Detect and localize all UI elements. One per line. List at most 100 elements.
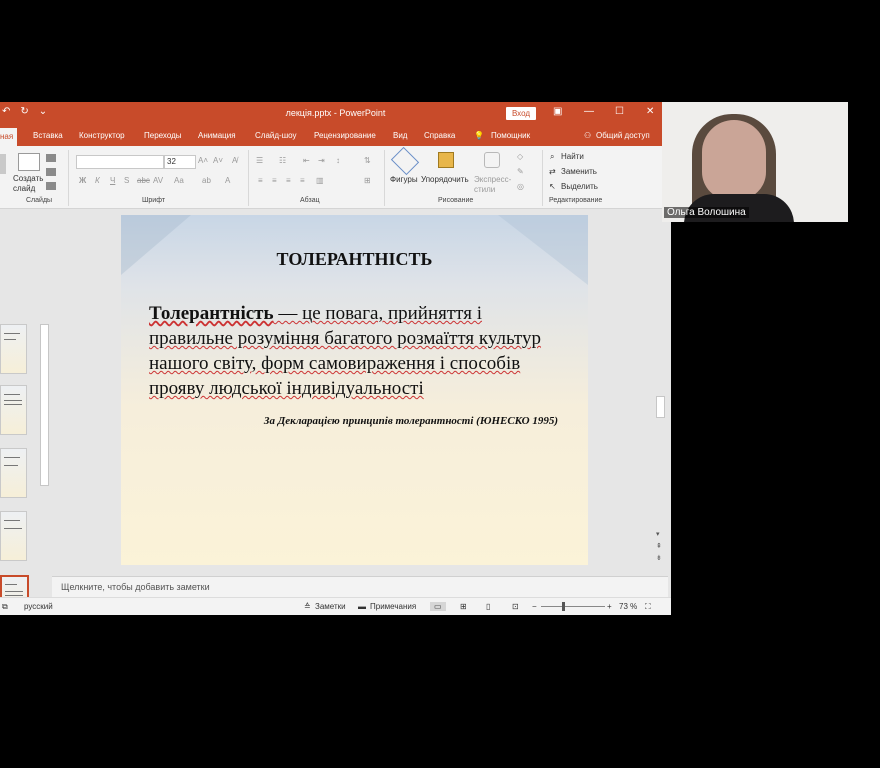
decrease-font-icon[interactable]: A˅ (213, 156, 223, 165)
tab-insert[interactable]: Вставка (33, 131, 63, 140)
lightbulb-icon: 💡 (474, 131, 484, 140)
new-slide-icon[interactable] (18, 153, 40, 171)
slide-sorter-icon[interactable]: ⊞ (460, 602, 467, 611)
align-left-icon[interactable]: ≡ (258, 176, 263, 185)
arrange-button[interactable]: Упорядочить (421, 175, 469, 184)
replace-icon: ⇄ (549, 167, 556, 176)
font-color-icon[interactable]: A (225, 176, 230, 185)
text-direction-icon[interactable]: ⇅ (364, 156, 371, 165)
shape-effects-icon[interactable]: ◎ (517, 182, 524, 191)
slideshow-icon[interactable]: ⊡ (512, 602, 519, 611)
ribbon: Создать слайд Слайды 32 A˄ A˅ A̸ Ж К Ч S… (0, 146, 671, 209)
window-title: лекція.pptx - PowerPoint (285, 108, 386, 118)
zoom-level[interactable]: 73 % (619, 602, 637, 611)
slide-title[interactable]: ТОЛЕРАНТНІСТЬ (121, 249, 588, 270)
columns-icon[interactable]: ▥ (316, 176, 324, 185)
paste-icon[interactable] (0, 154, 6, 174)
slide-thumbnail[interactable] (0, 324, 27, 374)
group-editing-label: Редактирование (549, 197, 603, 204)
new-slide-button[interactable]: Создать слайд (13, 174, 43, 194)
slide-scrollbar[interactable]: ▾ ⇞ ⇟ (655, 210, 665, 570)
select-button[interactable]: Выделить (561, 182, 598, 191)
notes-toggle[interactable]: Заметки (315, 602, 346, 611)
font-size-select[interactable]: 32 (164, 155, 196, 169)
italic-icon[interactable]: К (95, 176, 100, 185)
change-case-icon[interactable]: Aa (174, 176, 184, 185)
spacing-icon[interactable]: AV (153, 176, 163, 185)
fit-to-window-icon[interactable]: ⛶ (645, 602, 651, 612)
slide-canvas[interactable]: ТОЛЕРАНТНІСТЬ Толерантність — це повага,… (121, 215, 588, 565)
zoom-out-icon[interactable]: − (532, 602, 537, 611)
increase-font-icon[interactable]: A˄ (198, 156, 208, 165)
decrease-indent-icon[interactable]: ⇤ (303, 156, 310, 165)
scroll-down-icon[interactable]: ▾ (656, 530, 660, 538)
maximize-icon[interactable]: ☐ (615, 106, 624, 117)
tab-assistant[interactable]: Помощник (491, 131, 530, 140)
tab-home[interactable]: ная (0, 128, 18, 146)
spellcheck-icon[interactable]: ⧉ (2, 602, 8, 612)
tab-review[interactable]: Рецензирование (314, 131, 376, 140)
tab-design[interactable]: Конструктор (79, 131, 125, 140)
slide-thumbnail[interactable] (0, 511, 27, 561)
quick-styles-button[interactable]: Экспресс- стили (474, 175, 511, 195)
shapes-icon[interactable] (390, 146, 420, 176)
slide-scroll-thumb[interactable] (656, 396, 665, 418)
slide-thumbnail[interactable] (0, 448, 27, 498)
shape-outline-icon[interactable]: ✎ (517, 167, 524, 176)
highlight-icon[interactable]: ab (202, 176, 211, 185)
shape-fill-icon[interactable]: ◇ (517, 152, 523, 161)
slide-body[interactable]: Толерантність — це повага, прийняття і п… (149, 301, 569, 401)
justify-icon[interactable]: ≡ (300, 176, 305, 185)
participant-video (662, 102, 848, 222)
shadow-icon[interactable]: S (124, 176, 129, 185)
clear-format-icon[interactable]: A̸ (232, 156, 237, 165)
slide-source[interactable]: За Декларацією принципів толерантності (… (264, 415, 558, 427)
reset-icon[interactable] (46, 168, 56, 176)
zoom-slider[interactable] (541, 606, 605, 607)
ribbon-display-icon[interactable]: ▣ (553, 106, 562, 117)
ribbon-tabs: ная Вставка Конструктор Переходы Анимаци… (0, 126, 671, 146)
login-button[interactable]: Вход (506, 107, 536, 120)
line-spacing-icon[interactable]: ↕ (336, 156, 340, 165)
reading-view-icon[interactable]: ▯ (486, 602, 490, 611)
next-slide-icon[interactable]: ⇟ (656, 554, 662, 562)
share-button[interactable]: Общий доступ (596, 131, 650, 140)
tab-transitions[interactable]: Переходы (144, 131, 182, 140)
language-indicator[interactable]: русский (24, 602, 53, 611)
find-icon: ⌕ (550, 152, 555, 161)
section-icon[interactable] (46, 182, 56, 190)
find-button[interactable]: Найти (561, 152, 584, 161)
align-center-icon[interactable]: ≡ (272, 176, 277, 185)
underline-icon[interactable]: Ч (110, 176, 115, 185)
thumbnails-scrollbar[interactable] (40, 214, 49, 594)
increase-indent-icon[interactable]: ⇥ (318, 156, 325, 165)
zoom-slider-thumb[interactable] (562, 602, 565, 611)
align-right-icon[interactable]: ≡ (286, 176, 291, 185)
notes-placeholder[interactable]: Щелкните, чтобы добавить заметки (61, 582, 210, 592)
tab-help[interactable]: Справка (424, 131, 455, 140)
tab-slideshow[interactable]: Слайд-шоу (255, 131, 296, 140)
tab-animations[interactable]: Анимация (198, 131, 236, 140)
zoom-in-icon[interactable]: + (607, 602, 612, 611)
group-slides-label: Слайды (26, 197, 53, 204)
quick-styles-icon[interactable] (484, 152, 500, 168)
scrollbar-thumb[interactable] (40, 324, 49, 486)
numbering-icon[interactable]: ☷ (279, 156, 286, 165)
strikethrough-icon[interactable]: abc (137, 176, 150, 185)
replace-button[interactable]: Заменить (561, 167, 597, 176)
comments-toggle[interactable]: Примечания (370, 602, 416, 611)
bold-icon[interactable]: Ж (79, 176, 86, 185)
layout-icon[interactable] (46, 154, 56, 162)
font-name-select[interactable] (76, 155, 164, 169)
arrange-icon[interactable] (438, 152, 454, 168)
tab-view[interactable]: Вид (393, 131, 407, 140)
slide-thumbnail[interactable] (0, 385, 27, 435)
shapes-button[interactable]: Фигуры (390, 175, 418, 184)
notes-pane[interactable]: Щелкните, чтобы добавить заметки (52, 576, 668, 597)
close-icon[interactable]: ✕ (646, 106, 654, 117)
minimize-icon[interactable]: — (584, 106, 594, 117)
previous-slide-icon[interactable]: ⇞ (656, 542, 662, 550)
normal-view-icon[interactable]: ▭ (430, 602, 446, 611)
smartart-icon[interactable]: ⊞ (364, 176, 371, 185)
bullets-icon[interactable]: ☰ (256, 156, 263, 165)
